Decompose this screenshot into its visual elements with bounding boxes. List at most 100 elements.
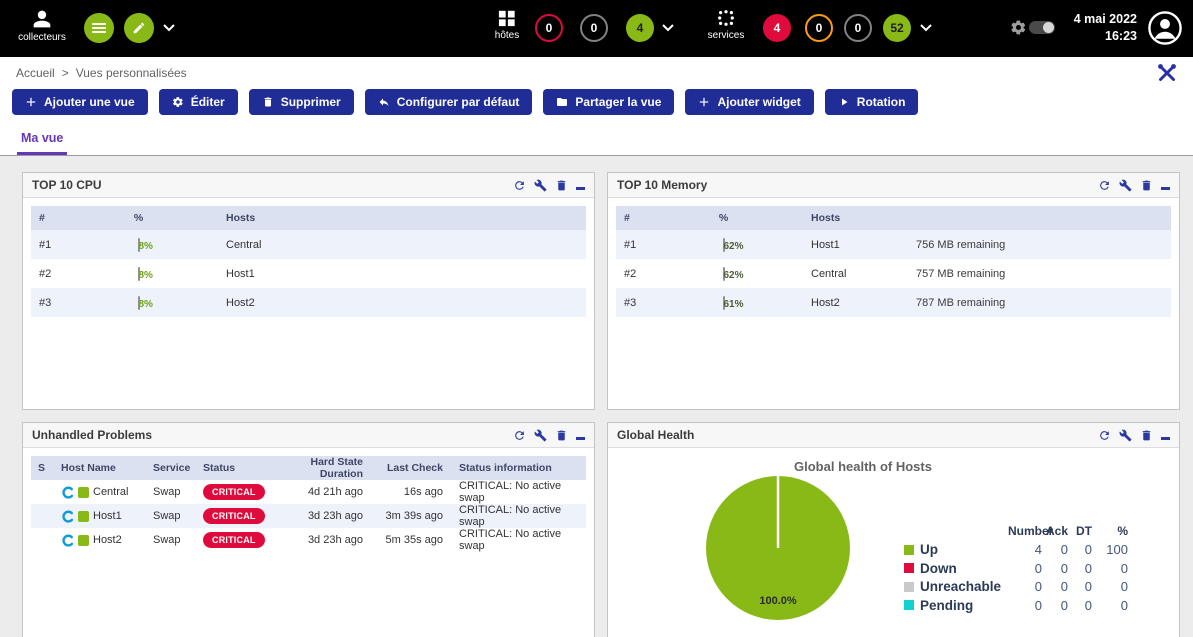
host-link[interactable]: Host1 [93,510,122,522]
refresh-icon[interactable] [513,179,526,192]
hosts-chevron-down-icon[interactable] [662,24,674,32]
breadcrumb-separator: > [62,66,69,80]
trash-icon[interactable] [1140,429,1153,442]
host-up-status-square [78,487,89,498]
refresh-icon[interactable] [1098,179,1111,192]
services-ok-counter[interactable]: 52 [883,14,911,42]
hosts-label: hôtes [495,30,519,41]
trash-icon[interactable] [555,429,568,442]
cpu-row[interactable]: #1 8% Central [31,230,586,259]
delete-view-button[interactable]: Supprimer [249,89,354,115]
breadcrumb-home[interactable]: Accueil [16,66,55,80]
hosts-menu[interactable]: hôtes [488,9,526,41]
trash-icon [262,96,274,108]
list-icon [92,21,106,35]
services-chevron-down-icon[interactable] [920,24,932,32]
cpu-row[interactable]: #3 8% Host2 [31,288,586,317]
host-link[interactable]: Central [93,486,128,498]
plus-icon [25,96,37,108]
memory-table: # % Hosts #1 62% Host1 756 MB remaining … [616,206,1171,317]
services-menu[interactable]: services [704,9,748,41]
chart-title: Global health of Hosts [628,459,1098,474]
down-swatch [904,563,914,573]
user-avatar[interactable] [1147,10,1183,46]
global-health-chart: Global health of Hosts 100.0% Number Ack… [608,448,1179,637]
view-tabs: Ma vue [0,123,1193,156]
problems-table: S Host Name Service Status Hard State Du… [31,456,586,552]
minimize-icon[interactable] [1161,437,1170,440]
cpu-row[interactable]: #2 8% Host1 [31,259,586,288]
host-up-status-square [78,535,89,546]
refresh-icon[interactable] [1098,429,1111,442]
services-critical-counter[interactable]: 4 [763,14,791,42]
wrench-icon[interactable] [534,429,547,442]
cpu-progress-bar: 8% [138,238,140,252]
health-legend: Number Ack DT % Up 4 0 0 100 Down 0 0 0 [904,522,1128,615]
services-warning-counter[interactable]: 0 [805,14,833,42]
trash-icon[interactable] [1140,179,1153,192]
add-widget-button[interactable]: Ajouter widget [685,89,813,115]
wrench-icon[interactable] [534,179,547,192]
tab-ma-vue[interactable]: Ma vue [17,131,67,155]
toggle-knob [1043,22,1054,33]
set-default-view-button[interactable]: Configurer par défaut [365,89,533,115]
problem-row[interactable]: Host2 Swap CRITICAL 3d 23h ago 5m 35s ag… [31,528,586,552]
host-link[interactable]: Host2 [93,534,122,546]
breadcrumb: Accueil > Vues personnalisées [0,57,1193,88]
memory-remaining: 756 MB remaining [916,239,1171,251]
rotation-button[interactable]: Rotation [825,89,919,115]
hosts-down-counter[interactable]: 0 [535,14,563,42]
memory-row[interactable]: #3 61% Host2 787 MB remaining [616,288,1171,317]
service-link[interactable]: Swap [153,510,203,522]
customize-tools-icon[interactable] [1157,63,1177,83]
host-name: Host1 [216,268,586,280]
unreachable-swatch [904,582,914,592]
poller-list-button[interactable] [84,13,114,43]
memory-row[interactable]: #1 62% Host1 756 MB remaining [616,230,1171,259]
edit-view-button[interactable]: Éditer [159,89,238,115]
clock: 4 mai 2022 16:23 [1074,11,1137,45]
widget-header: Unhandled Problems [23,423,594,448]
play-icon [838,96,850,108]
hosts-icon [497,9,517,27]
memory-row[interactable]: #2 62% Central 757 MB remaining [616,259,1171,288]
pollers-menu[interactable]: collecteurs [14,9,70,43]
plus-icon [698,96,710,108]
widget-top10-memory: TOP 10 Memory # % Hosts #1 62% Host1 756… [607,172,1180,410]
gear-icon [172,96,184,108]
legend-header: Number Ack DT % [904,522,1128,541]
pollers-chevron-down-icon[interactable] [163,24,175,32]
minimize-icon[interactable] [576,187,585,190]
hosts-unreachable-counter[interactable]: 0 [580,14,608,42]
hosts-up-counter[interactable]: 4 [626,14,654,42]
trash-icon[interactable] [555,179,568,192]
problem-row[interactable]: Central Swap CRITICAL 4d 21h ago 16s ago… [31,480,586,504]
refresh-icon[interactable] [513,429,526,442]
host-name: Host2 [801,297,916,309]
service-link[interactable]: Swap [153,486,203,498]
pollers-label: collecteurs [18,32,66,43]
centreon-logo-icon [61,510,74,523]
status-badge: CRITICAL [203,484,265,500]
widget-title: Unhandled Problems [32,428,152,442]
widget-title: TOP 10 Memory [617,178,707,192]
minimize-icon[interactable] [1161,187,1170,190]
settings-toggle[interactable] [1010,19,1055,36]
clock-time: 16:23 [1074,28,1137,45]
service-link[interactable]: Swap [153,534,203,546]
problem-row[interactable]: Host1 Swap CRITICAL 3d 23h ago 3m 39s ag… [31,504,586,528]
share-view-button[interactable]: Partager la vue [543,89,674,115]
poller-configuration-button[interactable] [124,13,154,43]
cpu-progress-bar: 8% [138,296,140,310]
host-name: Central [801,268,916,280]
widget-unhandled-problems: Unhandled Problems S Host Name Service S… [22,422,595,637]
host-name: Central [216,239,586,251]
wrench-icon[interactable] [1119,179,1132,192]
centreon-logo-icon [61,486,74,499]
wrench-icon[interactable] [1119,429,1132,442]
services-unknown-counter[interactable]: 0 [844,14,872,42]
add-view-button[interactable]: Ajouter une vue [12,89,148,115]
cpu-table: # % Hosts #1 8% Central #2 8% Host1 #3 8… [31,206,586,317]
widget-top10-cpu: TOP 10 CPU # % Hosts #1 8% Central #2 8% [22,172,595,410]
minimize-icon[interactable] [576,437,585,440]
